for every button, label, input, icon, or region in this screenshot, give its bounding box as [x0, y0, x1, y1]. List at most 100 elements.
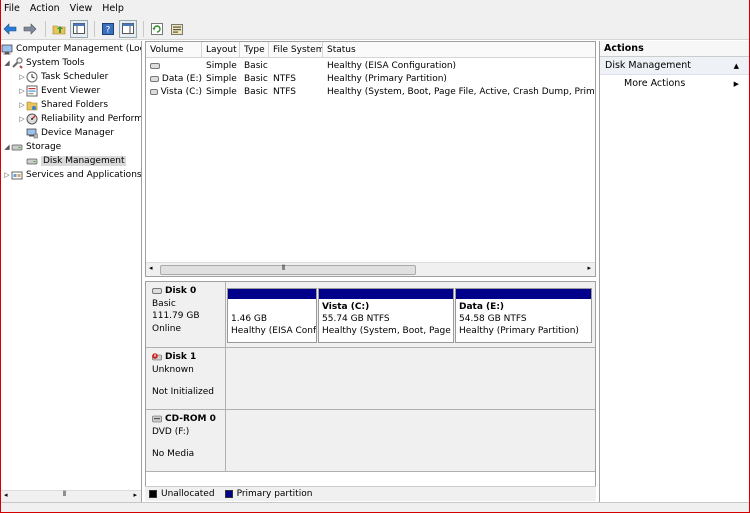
disk-warning-icon: [152, 353, 162, 361]
tree-item-label: Event Viewer: [41, 86, 101, 96]
tree-item-shared-folders[interactable]: ▷ Shared Folders: [18, 98, 108, 112]
volume-row[interactable]: Vista (C:) Simple Basic NTFS Healthy (Sy…: [146, 85, 595, 98]
back-button[interactable]: [1, 20, 19, 38]
partition-name: Data (E:): [459, 302, 505, 312]
up-one-level-button[interactable]: [50, 20, 68, 38]
column-header-file-system[interactable]: File System: [269, 42, 323, 58]
properties-button[interactable]: [168, 20, 186, 38]
tree-horizontal-scrollbar[interactable]: ◂ ⦀ ▸: [1, 490, 141, 502]
volume-name: Data (E:): [161, 73, 202, 84]
show-hide-console-tree-button[interactable]: [70, 19, 88, 38]
volume-list-horizontal-scrollbar[interactable]: ◂ ⦀ ▸: [146, 262, 595, 276]
disk-state: No Media: [152, 449, 195, 459]
menu-file[interactable]: File: [1, 0, 27, 18]
services-icon: [11, 169, 23, 181]
disk-type: DVD (F:): [152, 426, 190, 437]
disk-name: Disk 1: [165, 352, 197, 362]
tree-item-label: Disk Management: [41, 156, 127, 166]
shared-folder-icon: [26, 99, 38, 111]
volume-type: Basic: [244, 86, 268, 97]
collapsed-arrow-icon[interactable]: ▷: [18, 101, 26, 109]
refresh-icon: [151, 22, 163, 35]
disk-state: Not Initialized: [152, 387, 215, 397]
partition-data[interactable]: Data (E:) 54.58 GB NTFS Healthy (Primary…: [455, 288, 592, 343]
partition-eisa[interactable]: 1.46 GB Healthy (EISA Confi: [227, 288, 317, 343]
collapsed-arrow-icon[interactable]: ▷: [3, 171, 11, 179]
disk-1-area: [226, 348, 595, 410]
partition-bar: [319, 289, 453, 299]
actions-pane: Actions Disk Management ▲ More Actions ▶: [599, 41, 749, 502]
scroll-left-icon[interactable]: ◂: [4, 491, 8, 499]
help-icon: ?: [102, 22, 114, 35]
scroll-right-icon[interactable]: ▸: [587, 264, 591, 272]
partition-name: [231, 301, 313, 313]
collapse-up-icon[interactable]: ▲: [734, 57, 739, 75]
collapsed-arrow-icon[interactable]: ▷: [18, 73, 26, 81]
more-actions-item[interactable]: More Actions ▶: [600, 75, 749, 93]
action-pane-icon: [122, 23, 134, 34]
actions-title: Actions: [600, 41, 749, 57]
tools-icon: [11, 57, 23, 69]
column-header-volume[interactable]: Volume: [146, 42, 202, 58]
tree-item-reliability-performance[interactable]: ▷ Reliability and Performa: [18, 112, 141, 126]
partition-vista[interactable]: Vista (C:) 55.74 GB NTFS Healthy (System…: [318, 288, 454, 343]
back-arrow-icon: [3, 22, 17, 35]
performance-icon: [26, 113, 38, 125]
volume-status: Healthy (Primary Partition): [327, 73, 447, 84]
tree-item-label: Shared Folders: [41, 100, 109, 110]
cdrom-0-area: [226, 410, 595, 472]
svg-text:?: ?: [106, 25, 111, 35]
tree-item-device-manager[interactable]: Device Manager: [26, 126, 114, 140]
cdrom-0-label[interactable]: CD-ROM 0 DVD (F:) No Media: [146, 410, 226, 472]
tree-item-services-applications[interactable]: ▷ Services and Applications: [3, 168, 141, 182]
volume-type: Basic: [244, 73, 268, 84]
show-hide-action-pane-button[interactable]: [119, 19, 137, 38]
volume-row[interactable]: Data (E:) Simple Basic NTFS Healthy (Pri…: [146, 72, 595, 85]
scroll-grip-icon[interactable]: ⦀: [63, 490, 66, 499]
tree-item-event-viewer[interactable]: ▷ Event Viewer: [18, 84, 100, 98]
tree-item-label: Computer Management (Local: [16, 44, 142, 54]
column-header-status[interactable]: Status: [323, 42, 595, 58]
tree-item-computer-management[interactable]: Computer Management (Local: [1, 42, 142, 56]
forward-button[interactable]: [21, 20, 39, 38]
partition-status: Healthy (EISA Confi: [231, 326, 316, 336]
refresh-button[interactable]: [148, 20, 166, 38]
disk-map: Disk 0 Basic 111.79 GB Online 1.46 GB He…: [145, 281, 596, 501]
tree-item-storage[interactable]: ◢ Storage: [3, 140, 61, 154]
volume-row[interactable]: Simple Basic Healthy (EISA Configuration…: [146, 59, 595, 72]
actions-section-disk-management[interactable]: Disk Management ▲: [600, 57, 749, 75]
disk-0-label[interactable]: Disk 0 Basic 111.79 GB Online: [146, 282, 226, 348]
menu-help[interactable]: Help: [99, 0, 131, 18]
disk-name: CD-ROM 0: [165, 414, 216, 424]
volume-status: Healthy (System, Boot, Page File, Active…: [327, 86, 595, 97]
column-header-layout[interactable]: Layout: [202, 42, 240, 58]
primary-partition-swatch: [224, 490, 233, 498]
collapsed-arrow-icon[interactable]: ▷: [18, 115, 26, 123]
disk-management-icon: [26, 155, 38, 167]
tree-item-disk-management[interactable]: Disk Management: [26, 154, 127, 168]
up-folder-icon: [52, 25, 66, 34]
volume-file-system: NTFS: [273, 86, 296, 97]
expanded-arrow-icon[interactable]: ◢: [3, 59, 11, 67]
disk-size: 111.79 GB: [152, 311, 200, 321]
legend-primary: Primary partition: [236, 489, 313, 499]
collapsed-arrow-icon[interactable]: ▷: [18, 87, 26, 95]
column-header-type[interactable]: Type: [240, 42, 269, 58]
partition-size: 1.46 GB: [231, 314, 268, 324]
unallocated-swatch: [149, 490, 157, 498]
scrollbar-thumb[interactable]: ⦀: [160, 264, 416, 275]
help-button[interactable]: ?: [99, 20, 117, 38]
menu-action[interactable]: Action: [27, 0, 67, 18]
tree-item-task-scheduler[interactable]: ▷ Task Scheduler: [18, 70, 108, 84]
toolbar-separator: [94, 20, 95, 37]
volume-status: Healthy (EISA Configuration): [327, 60, 457, 71]
scroll-left-icon[interactable]: ◂: [149, 264, 153, 272]
disk-0-partitions: 1.46 GB Healthy (EISA Confi Vista (C:) 5…: [226, 282, 595, 348]
disk-1-label[interactable]: Disk 1 Unknown Not Initialized: [146, 348, 226, 410]
tree-item-system-tools[interactable]: ◢ System Tools: [3, 56, 85, 70]
disk-type: Unknown: [152, 364, 194, 375]
menu-view[interactable]: View: [67, 0, 100, 18]
scroll-right-icon[interactable]: ▸: [133, 491, 137, 499]
expanded-arrow-icon[interactable]: ◢: [3, 143, 11, 151]
computer-icon: [1, 43, 13, 55]
